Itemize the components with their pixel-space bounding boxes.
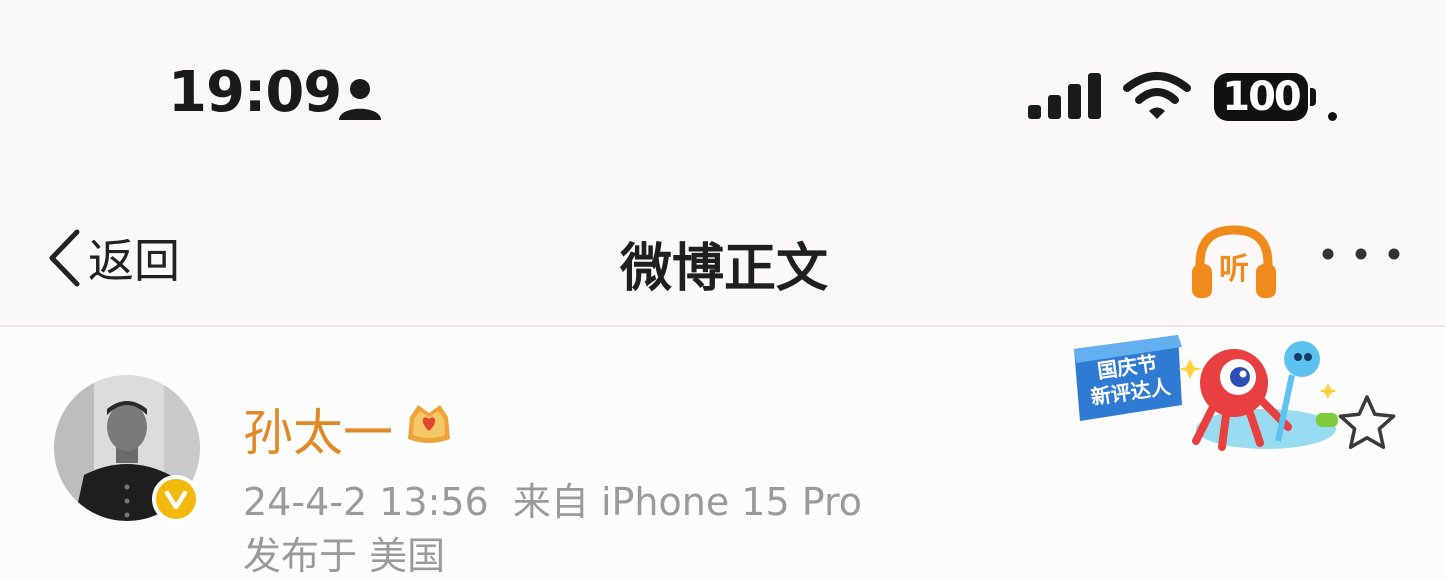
more-icon[interactable] bbox=[1318, 234, 1404, 274]
listen-label: 听 bbox=[1219, 252, 1249, 287]
wifi-icon bbox=[1123, 72, 1191, 119]
signal-icon bbox=[1028, 73, 1101, 119]
star-icon[interactable] bbox=[1336, 393, 1398, 453]
post-header: 孙太一 24-4-2 13:56 来自 iPhone 15 Pro 发布于 美国… bbox=[0, 327, 1446, 579]
listen-button[interactable]: 听 bbox=[1186, 220, 1282, 300]
post-location: 发布于 美国 bbox=[243, 534, 446, 578]
nav-bar: 返回 微博正文 听 bbox=[0, 190, 1446, 327]
author-name[interactable]: 孙太一 bbox=[243, 393, 393, 465]
status-time: 19:09 bbox=[168, 60, 342, 125]
page-title: 微博正文 bbox=[619, 239, 828, 299]
battery-cap bbox=[1310, 88, 1316, 106]
vip-crown-icon bbox=[408, 405, 450, 443]
event-badge[interactable]: 国庆节 新评达人 bbox=[1066, 329, 1346, 457]
post-meta: 24-4-2 13:56 来自 iPhone 15 Pro bbox=[243, 480, 863, 524]
status-bar: 19:09 100 bbox=[0, 0, 1446, 190]
verified-icon bbox=[152, 475, 200, 523]
battery-dot bbox=[1328, 112, 1337, 121]
back-button[interactable]: 返回 bbox=[44, 228, 180, 288]
back-label: 返回 bbox=[88, 234, 180, 288]
battery-icon: 100 bbox=[1214, 73, 1308, 121]
chevron-left-icon bbox=[49, 229, 80, 287]
person-icon bbox=[339, 79, 381, 120]
